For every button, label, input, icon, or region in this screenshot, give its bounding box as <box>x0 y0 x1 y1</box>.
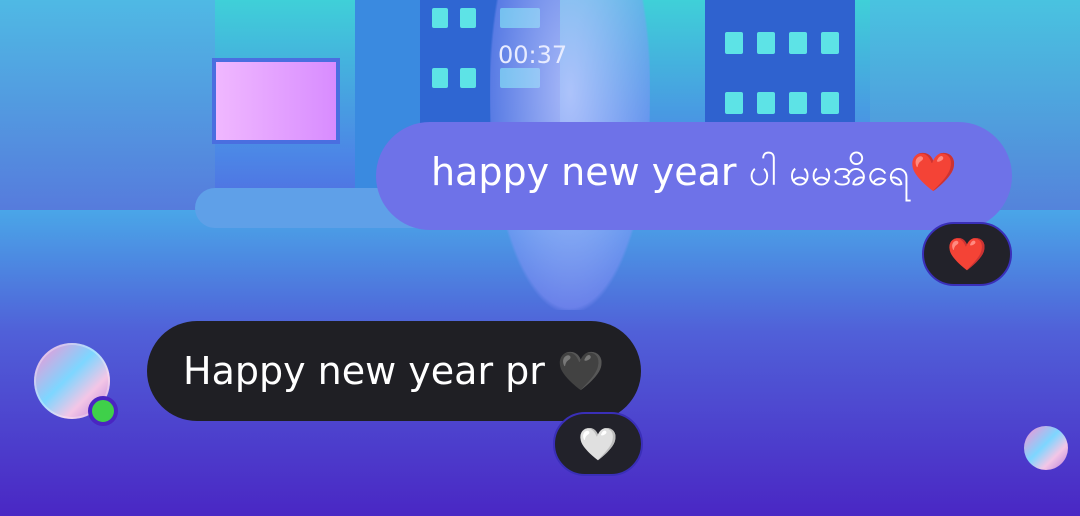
incoming-message-bubble[interactable]: Happy new year pr 🖤 <box>147 321 641 421</box>
read-receipt-avatar <box>1024 426 1068 470</box>
outgoing-message-bubble[interactable]: happy new year ပါ မမအိရေ❤️ <box>376 122 1012 230</box>
outgoing-message-reaction[interactable]: ❤️ <box>922 222 1012 286</box>
incoming-message-reaction[interactable]: 🤍 <box>553 412 643 476</box>
incoming-message-text: Happy new year pr 🖤 <box>183 348 605 393</box>
heart-reaction-icon: ❤️ <box>947 235 987 273</box>
background-window <box>212 58 340 144</box>
white-heart-reaction-icon: 🤍 <box>578 425 618 463</box>
outgoing-message-text: happy new year ပါ မမအိရေ❤️ <box>430 150 958 194</box>
online-status-dot <box>88 396 118 426</box>
chat-background <box>0 0 1080 516</box>
message-timestamp: 00:37 <box>498 41 568 69</box>
